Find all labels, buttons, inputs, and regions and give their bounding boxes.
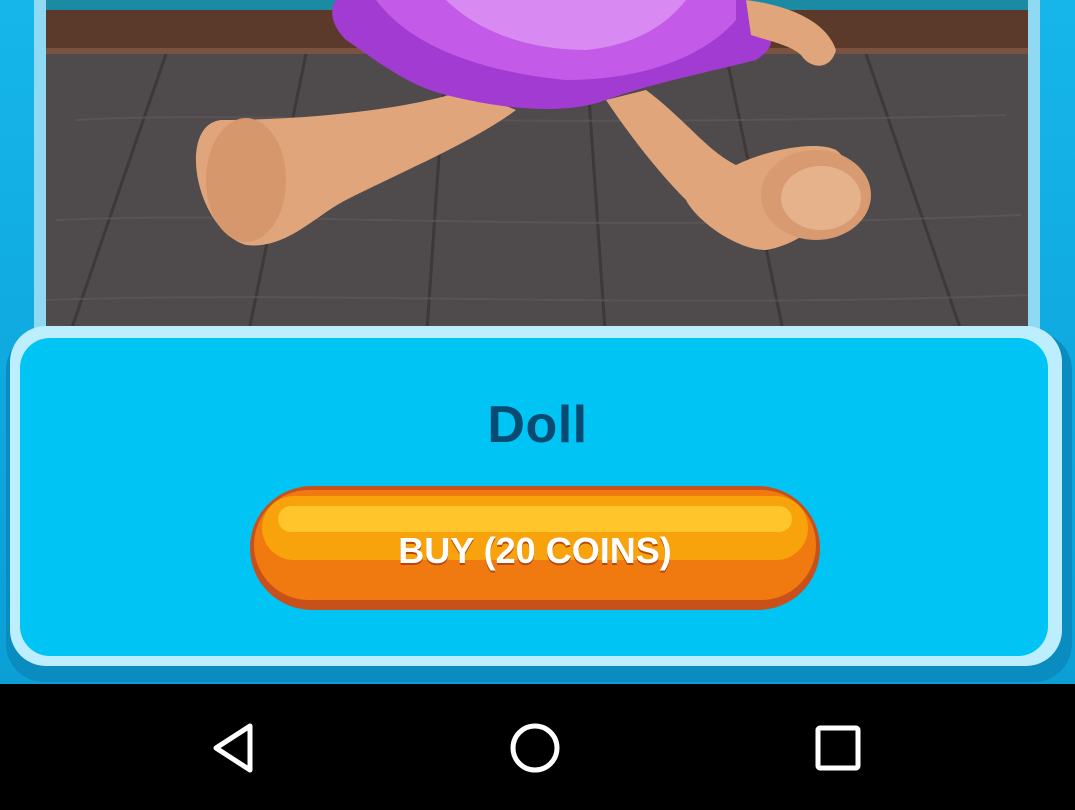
doll-illustration: [46, 0, 1028, 345]
home-button[interactable]: [499, 712, 571, 784]
buy-button[interactable]: BUY (20 COINS): [250, 486, 820, 610]
item-name: Doll: [487, 396, 588, 454]
buy-button-shine: [278, 506, 792, 532]
recents-button[interactable]: [802, 712, 874, 784]
back-button[interactable]: [198, 712, 270, 784]
back-triangle-icon: [213, 723, 253, 773]
android-navigation-bar: [0, 684, 1075, 810]
game-screen: Doll BUY (20 COINS): [0, 0, 1075, 684]
home-circle-icon: [510, 723, 560, 773]
recents-square-icon: [815, 725, 861, 771]
buy-button-label: BUY (20 COINS): [398, 530, 672, 571]
